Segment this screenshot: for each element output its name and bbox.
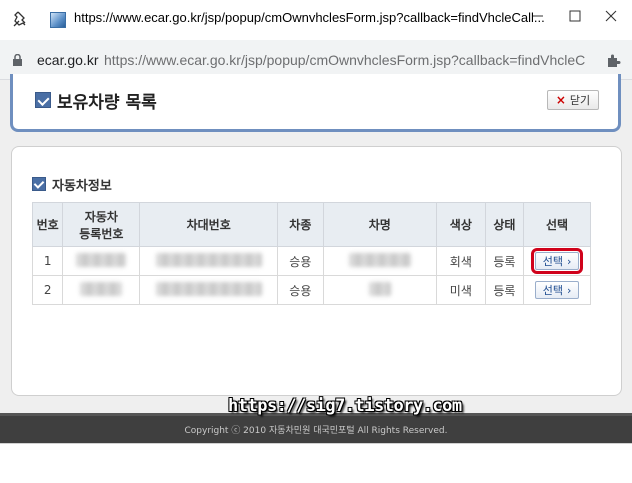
- page-content: 보유차량 목록 × 닫기 자동차정보 번호 자동차 등록번호 차대번호 차종 차…: [0, 74, 632, 413]
- blurred-text: [155, 252, 262, 267]
- cell-vin: [139, 246, 279, 276]
- page-title: 보유차량 목록: [57, 93, 157, 113]
- blurred-text: [80, 281, 123, 296]
- checkbox-bullet-icon: [35, 92, 51, 108]
- page-favicon-icon: [50, 12, 66, 28]
- url-text[interactable]: https://www.ecar.go.kr/jsp/popup/cmOwnvh…: [104, 52, 599, 68]
- cell-select: 선택 ›: [523, 275, 591, 305]
- maximize-icon: [569, 10, 581, 22]
- page-footer: Copyright ⓒ 2010 자동차민원 대국민포털 All Rights …: [0, 413, 632, 443]
- column-header-vin: 차대번호: [139, 202, 279, 247]
- cell-name: [322, 246, 438, 276]
- column-header-no: 번호: [31, 202, 64, 247]
- select-button[interactable]: 선택 ›: [535, 281, 580, 299]
- cell-name: [322, 275, 438, 305]
- column-header-type: 차종: [277, 202, 324, 247]
- column-header-name: 차명: [322, 202, 438, 247]
- column-header-reg-no: 자동차 등록번호: [62, 202, 141, 247]
- cell-no: 1: [31, 246, 64, 276]
- cell-select: 선택 ›: [523, 246, 591, 276]
- cell-type: 승용: [277, 246, 324, 276]
- column-header-color: 색상: [436, 202, 486, 247]
- cell-reg-no: [62, 275, 141, 305]
- select-button[interactable]: 선택 ›: [531, 248, 584, 274]
- cell-status: 등록: [484, 275, 525, 305]
- blurred-text: [76, 252, 127, 267]
- extension-puzzle-icon[interactable]: [605, 52, 622, 69]
- select-button-label: 선택: [542, 255, 563, 268]
- window-titlebar: https://www.ecar.go.kr/jsp/popup/cmOwnvh…: [0, 0, 632, 40]
- table-header-row: 번호 자동차 등록번호 차대번호 차종 차명 색상 상태 선택: [31, 202, 591, 247]
- table-row: 1 승용 회색 등록 선택 ›: [31, 246, 591, 276]
- watermark-text: https://sig7.tistory.com: [228, 396, 462, 416]
- cell-no: 2: [31, 275, 64, 305]
- blurred-text: [155, 281, 262, 296]
- blurred-text: [368, 281, 391, 296]
- select-button-label: 선택: [542, 284, 563, 297]
- minimize-button[interactable]: [524, 4, 552, 28]
- cell-color: 미색: [436, 275, 486, 305]
- cell-status: 등록: [484, 246, 525, 276]
- window-title: https://www.ecar.go.kr/jsp/popup/cmOwnvh…: [74, 10, 545, 25]
- pin-icon[interactable]: [12, 10, 30, 28]
- copyright-text: Copyright ⓒ 2010 자동차민원 대국민포털 All Rights …: [184, 426, 448, 436]
- section-title: 자동차정보: [52, 179, 112, 194]
- window-bottom-area: [0, 443, 632, 483]
- checkbox-bullet-icon: [32, 177, 46, 191]
- cell-type: 승용: [277, 275, 324, 305]
- vehicle-table: 번호 자동차 등록번호 차대번호 차종 차명 색상 상태 선택 1 승용 회색 …: [31, 202, 591, 305]
- chevron-right-icon: ›: [566, 283, 572, 297]
- minimize-icon: [533, 15, 543, 17]
- cell-vin: [139, 275, 279, 305]
- column-header-reg-no-line2: 등록번호: [79, 226, 124, 241]
- close-button-label: 닫기: [569, 94, 591, 107]
- close-icon: [605, 10, 617, 22]
- close-icon: ×: [555, 93, 566, 107]
- popup-header: 보유차량 목록 × 닫기: [10, 74, 621, 132]
- column-header-status: 상태: [484, 202, 525, 247]
- cell-reg-no: [62, 246, 141, 276]
- column-header-select: 선택: [523, 202, 591, 247]
- url-host: ecar.go.kr: [37, 52, 99, 68]
- column-header-reg-no-line1: 자동차: [84, 209, 118, 224]
- close-window-button[interactable]: [597, 4, 625, 28]
- cell-color: 회색: [436, 246, 486, 276]
- blurred-text: [348, 252, 411, 267]
- maximize-button[interactable]: [561, 4, 589, 28]
- close-button[interactable]: × 닫기: [547, 90, 599, 110]
- table-row: 2 승용 미색 등록 선택 ›: [31, 275, 591, 305]
- vehicle-info-panel: 자동차정보 번호 자동차 등록번호 차대번호 차종 차명 색상 상태 선택 1 …: [11, 146, 622, 396]
- chevron-right-icon: ›: [566, 254, 572, 268]
- lock-icon[interactable]: [12, 54, 23, 66]
